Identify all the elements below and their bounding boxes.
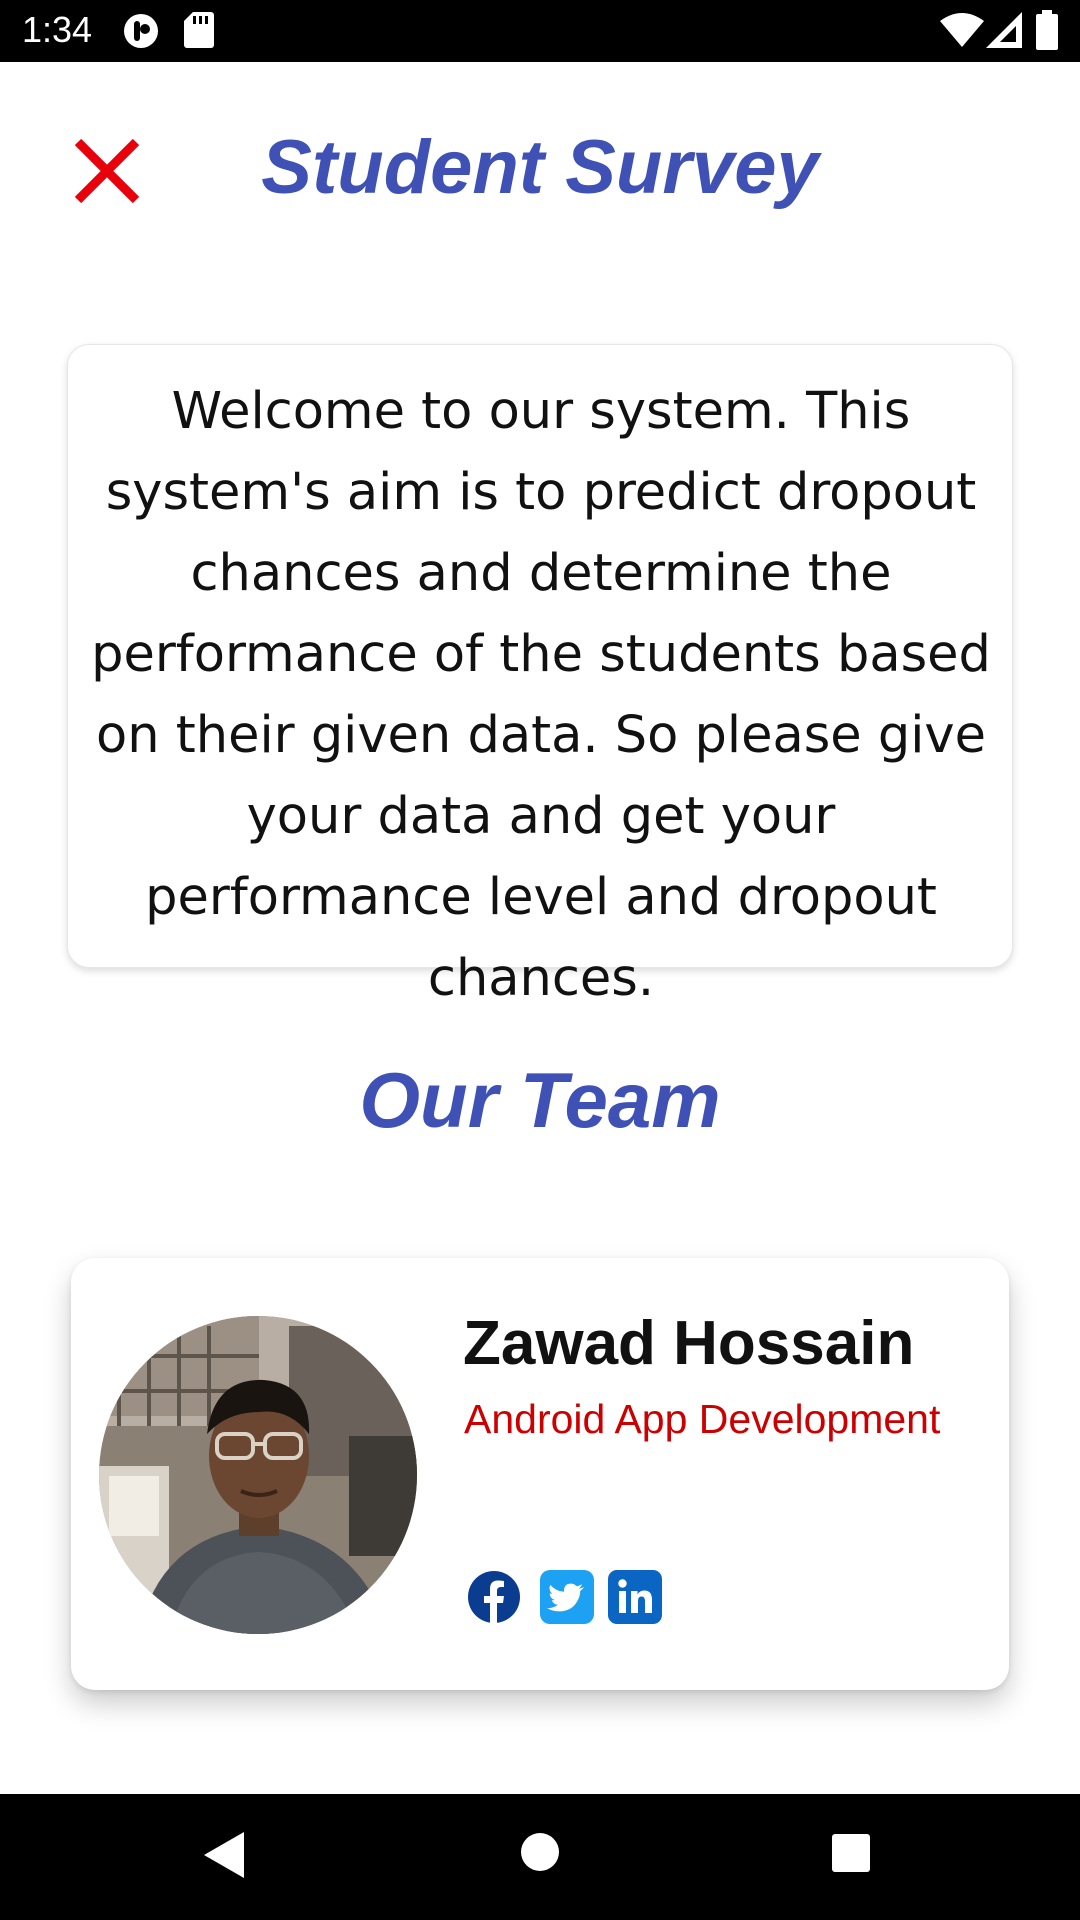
home-icon [520, 1832, 560, 1872]
welcome-card: Welcome to our system. This system's aim… [67, 344, 1013, 1008]
wifi-icon [940, 13, 984, 47]
sd-card-icon [184, 12, 214, 48]
team-section-title: Our Team [359, 1056, 721, 1144]
linkedin-link[interactable] [608, 1570, 662, 1624]
status-time: 1:34 [22, 9, 93, 50]
circle-notification-icon [122, 12, 160, 50]
status-bar: 1:34 [0, 0, 1080, 62]
linkedin-icon [608, 1570, 662, 1624]
facebook-link[interactable] [467, 1570, 521, 1624]
navigation-bar [0, 1794, 1080, 1920]
recents-button[interactable] [832, 1834, 870, 1872]
home-button[interactable] [520, 1832, 560, 1872]
member-role: Android App Development [464, 1396, 941, 1442]
battery-icon [1036, 10, 1058, 50]
back-icon [204, 1832, 244, 1878]
twitter-icon [540, 1570, 594, 1624]
page-title: Student Survey [261, 125, 819, 210]
welcome-text: Welcome to our system. This system's aim… [91, 382, 991, 1008]
signal-icon [986, 12, 1022, 48]
recents-icon [832, 1834, 870, 1872]
avatar [99, 1316, 417, 1634]
close-button[interactable] [72, 136, 142, 206]
member-name: Zawad Hossain [463, 1309, 915, 1378]
team-member-card: Zawad Hossain Android App Development [71, 1258, 1009, 1690]
facebook-icon [467, 1570, 521, 1624]
close-icon [72, 138, 142, 210]
back-button[interactable] [204, 1832, 244, 1878]
twitter-link[interactable] [540, 1570, 594, 1624]
